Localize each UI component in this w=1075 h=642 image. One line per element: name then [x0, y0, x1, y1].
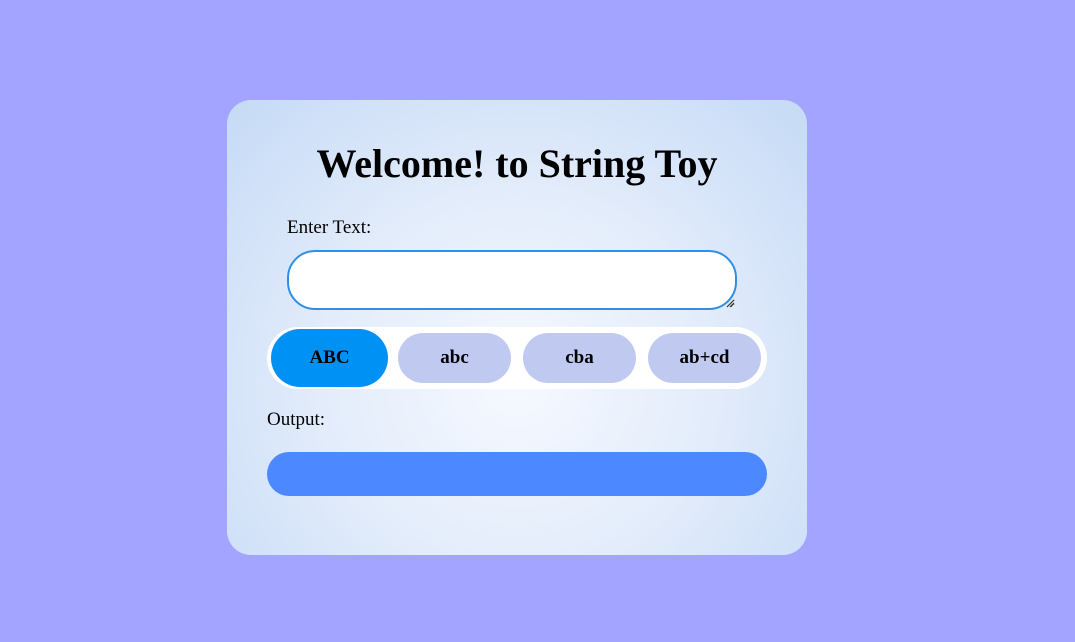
concatenate-button[interactable]: ab+cd [648, 333, 761, 383]
transform-button-group: ABC abc cba ab+cd [267, 327, 767, 389]
output-label: Output: [267, 409, 326, 430]
output-box [267, 452, 767, 496]
lowercase-button[interactable]: abc [398, 333, 511, 383]
text-input[interactable] [287, 250, 737, 310]
enter-text-label: Enter Text: [287, 217, 372, 238]
reverse-button[interactable]: cba [523, 333, 636, 383]
page-title: Welcome! to String Toy [316, 141, 718, 186]
string-toy-card: Welcome! to String Toy Enter Text: ABC a… [227, 100, 807, 555]
uppercase-button[interactable]: ABC [271, 329, 388, 387]
